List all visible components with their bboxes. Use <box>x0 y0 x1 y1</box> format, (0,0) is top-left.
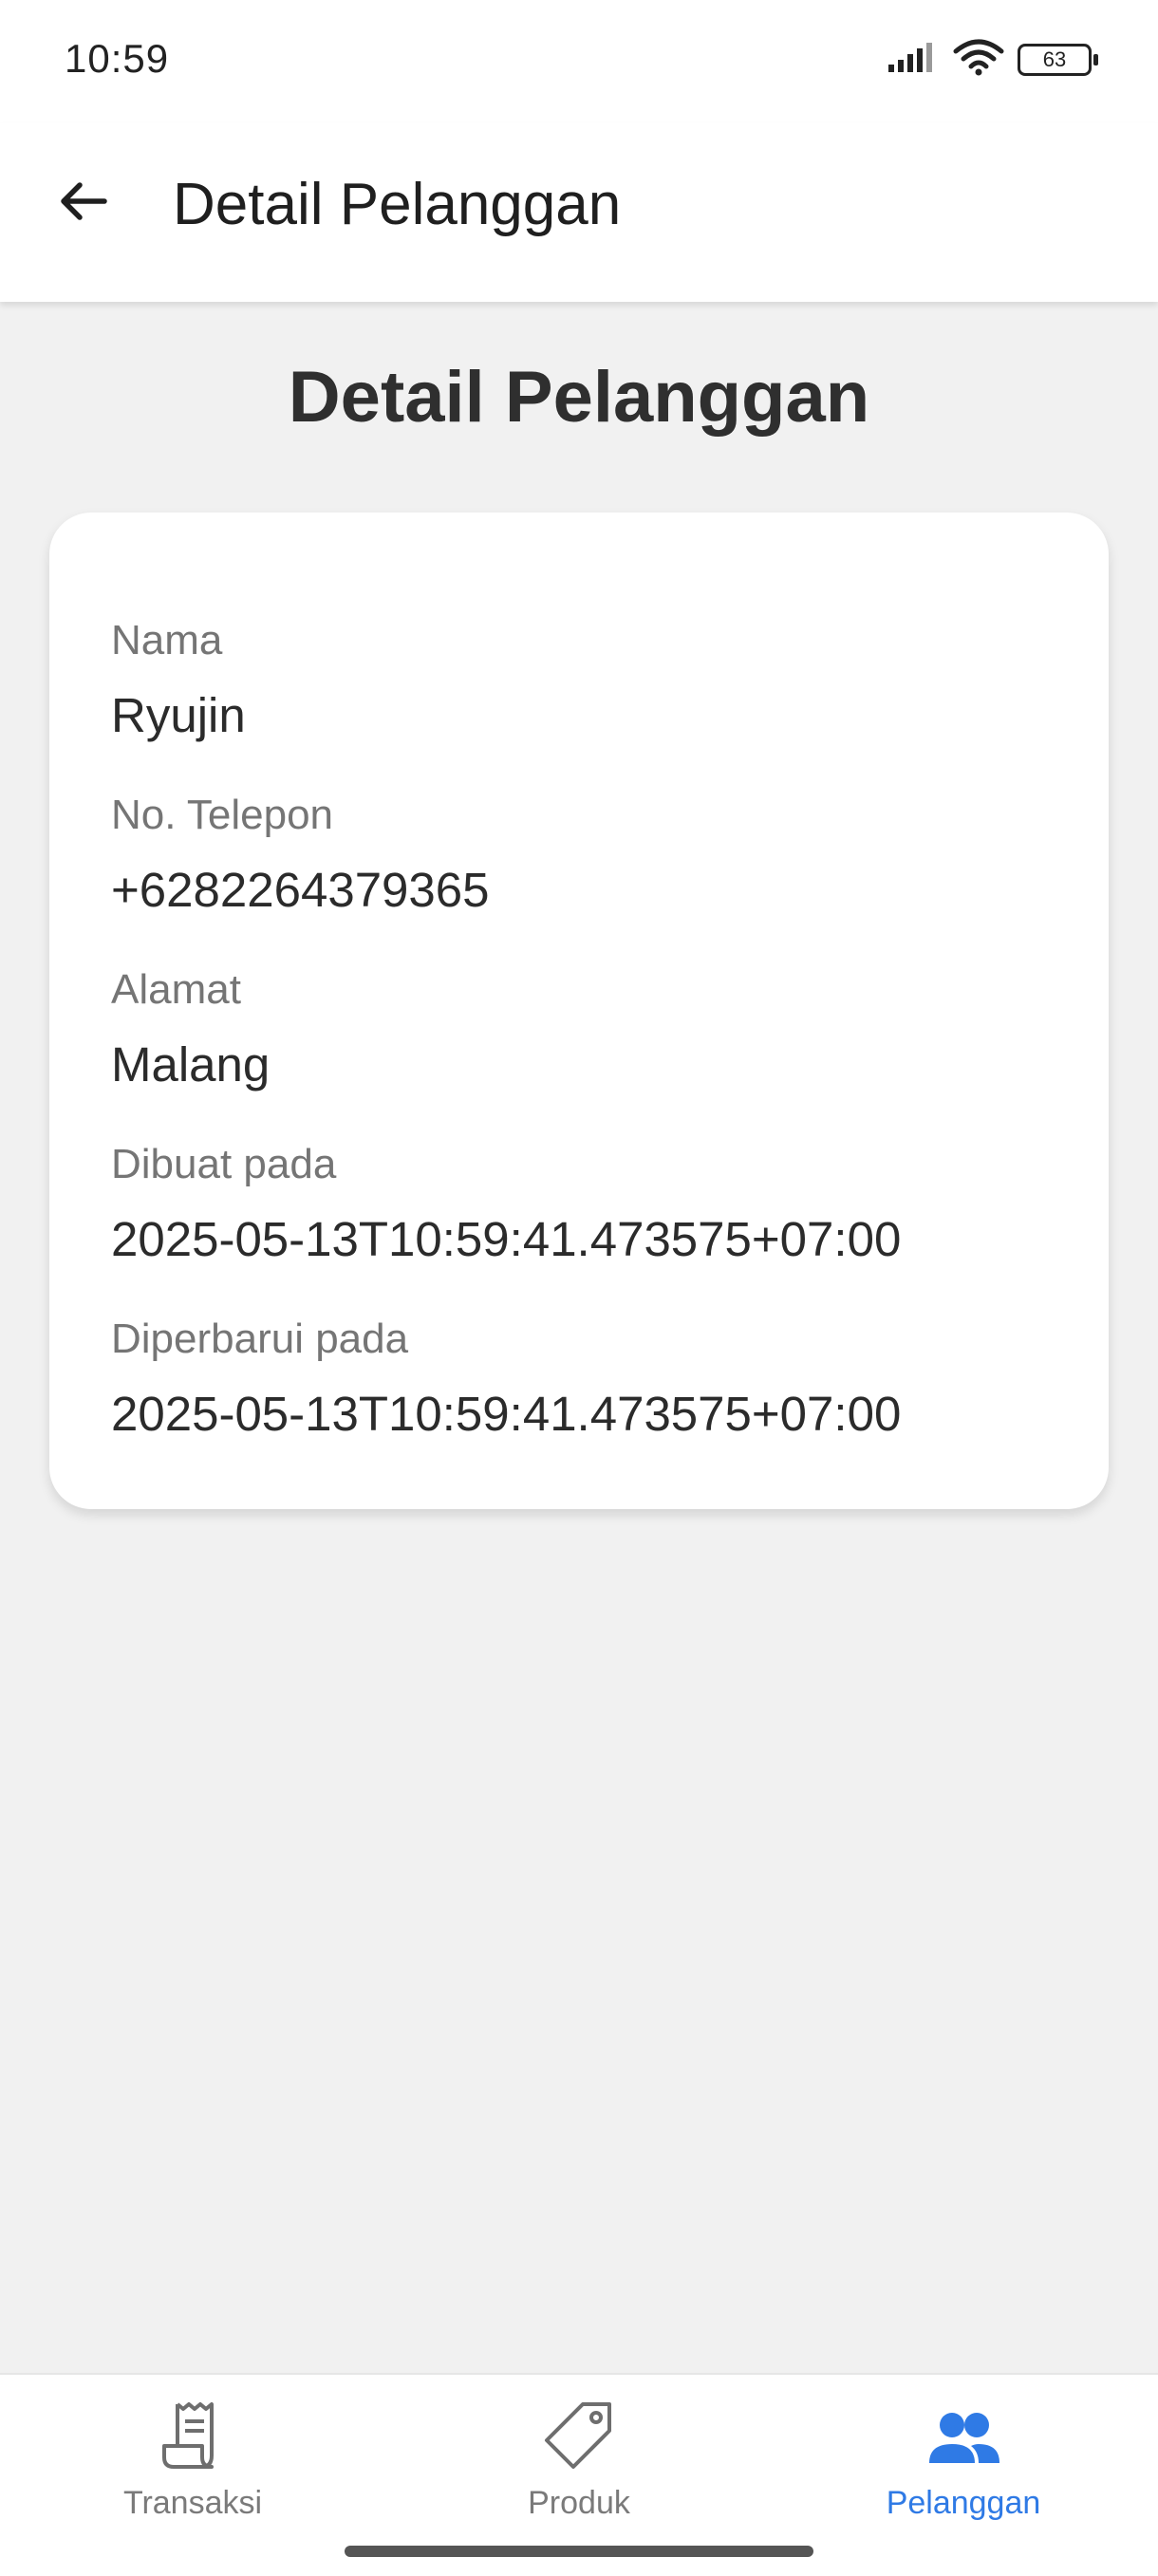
wifi-icon <box>953 38 1004 81</box>
address-value: Malang <box>111 1037 271 1092</box>
page-title: Detail Pelanggan <box>288 357 870 438</box>
address-label: Alamat <box>111 966 241 1013</box>
status-bar: 10:59 63 <box>0 0 1158 123</box>
created-at-label: Dibuat pada <box>111 1141 337 1187</box>
nav-label-produk: Produk <box>528 2485 630 2521</box>
nav-item-transaksi[interactable]: Transaksi <box>50 2394 335 2536</box>
phone-value: +6282264379365 <box>111 863 490 917</box>
battery-icon: 63 <box>1018 43 1098 76</box>
arrow-left-icon <box>55 173 112 234</box>
status-icons: 63 <box>887 38 1098 81</box>
created-at-value: 2025-05-13T10:59:41.473575+07:00 <box>111 1212 902 1266</box>
receipt-icon <box>150 2394 235 2479</box>
updated-at-value: 2025-05-13T10:59:41.473575+07:00 <box>111 1387 902 1441</box>
back-button[interactable] <box>46 165 121 241</box>
app-bar: Detail Pelanggan <box>0 123 1158 302</box>
tag-icon <box>536 2394 622 2479</box>
name-label: Nama <box>111 617 223 663</box>
nav-item-pelanggan[interactable]: Pelanggan <box>821 2394 1106 2536</box>
status-time: 10:59 <box>65 36 170 81</box>
home-indicator[interactable] <box>345 2546 813 2557</box>
nav-label-pelanggan: Pelanggan <box>886 2485 1041 2521</box>
signal-icon <box>887 40 940 79</box>
updated-at-label: Diperbarui pada <box>111 1316 409 1362</box>
people-icon <box>921 2394 1006 2479</box>
battery-level: 63 <box>1042 47 1067 71</box>
app-bar-title: Detail Pelanggan <box>173 172 622 237</box>
nav-label-transaksi: Transaksi <box>122 2485 263 2521</box>
phone-label: No. Telepon <box>111 792 334 838</box>
name-value: Ryujin <box>111 688 246 742</box>
customer-detail-card: Nama Ryujin No. Telepon +6282264379365 A… <box>49 513 1109 1509</box>
nav-item-produk[interactable]: Produk <box>437 2394 721 2536</box>
